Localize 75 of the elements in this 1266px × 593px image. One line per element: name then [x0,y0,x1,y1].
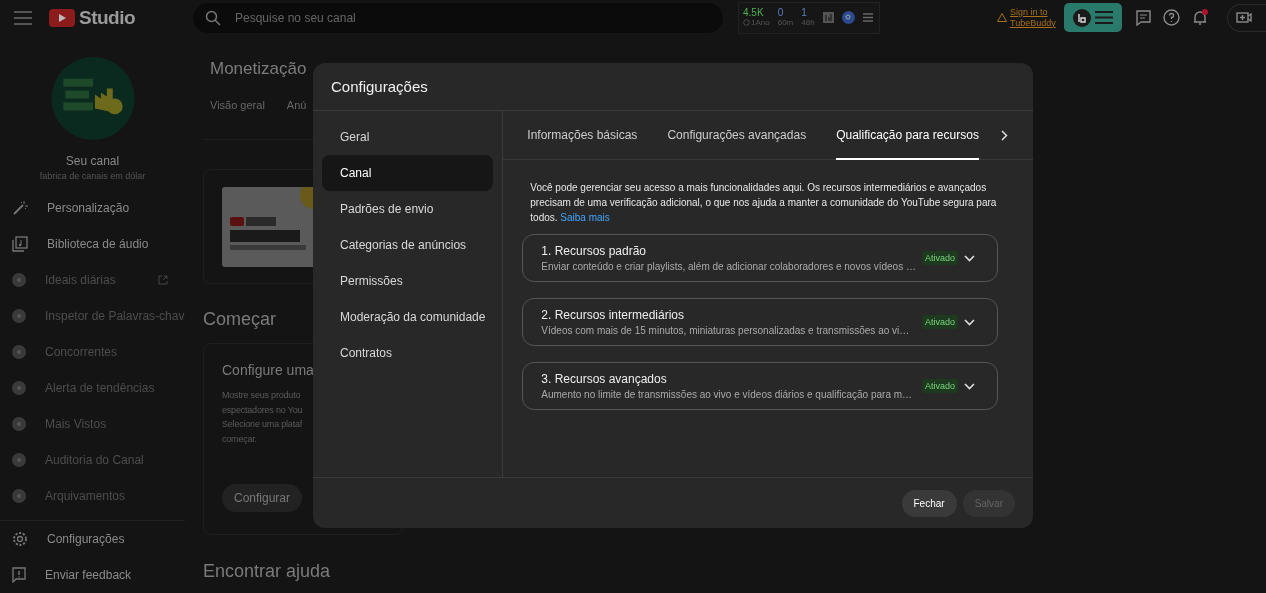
chart-icon[interactable] [822,12,834,23]
settings-nav-item[interactable]: Contratos [322,335,494,371]
sidebar-item[interactable]: Enviar feedback [0,557,185,593]
video-plus-icon [1236,11,1252,24]
settings-nav-item[interactable]: Padrões de envio [322,191,494,227]
help-icon[interactable] [1163,9,1180,26]
feature-description: Enviar conteúdo e criar playlists, além de adicionar colaboradores e novos vídeos … [541,261,916,272]
stat-value: 0 [777,7,785,18]
chevron-right-icon[interactable] [1000,129,1008,141]
play-logo-icon [49,8,75,27]
music-library-icon [12,236,28,252]
settings-tab[interactable]: Informações básicas [527,111,638,160]
warning-icon [997,13,1007,22]
learn-more-link[interactable]: Saiba mais [560,212,610,223]
settings-nav-item[interactable]: Moderação da comunidade [322,299,494,335]
sidebar-item[interactable]: Configurações [0,521,185,557]
section-title: Encontrar ajuda [203,561,331,582]
extension-badge-icon [12,381,26,395]
page-tab[interactable]: Anú [286,99,307,139]
page-title: Monetização [209,58,308,79]
logo-text: Studio [79,6,136,29]
settings-nav-item[interactable]: Categorias de anúncios [322,227,494,263]
feature-description: Aumento no limite de transmissões ao vivo e vídeos diários e qualificação para m… [541,389,914,400]
feature-title: 2. Recursos intermediários [541,308,686,322]
card-text: Mostre seus produto espectadores no You Selecione uma plataf começar. [222,389,303,446]
extension-badge-icon [12,345,26,359]
chevron-down-icon[interactable] [964,254,975,262]
settings-tab[interactable]: Configurações avançadas [667,111,807,160]
search-icon [205,9,221,26]
menu-icon[interactable] [862,13,873,22]
channel-name: Seu canal [65,154,120,168]
feedback-icon [12,567,26,583]
section-title: Começar [203,309,277,330]
status-tag: Ativado [921,251,958,265]
bell-icon[interactable] [1192,9,1209,26]
status-tag: Ativado [921,315,958,329]
settings-icon [12,531,28,547]
sidebar-item[interactable]: Biblioteca de áudio [0,226,185,262]
sign-in-link[interactable]: Sign in to TubeBuddy [1010,6,1054,29]
magic-wand-icon [12,200,28,216]
dialog-title: Configurações [331,78,428,95]
feature-description: Vídeos com mais de 15 minutos, miniaturas personalizadas e transmissões ao vi… [541,325,911,336]
configure-button[interactable]: Configurar [222,484,303,512]
extension-badge-icon [12,273,26,287]
status-tag: Ativado [921,379,958,393]
clock-icon [743,19,750,26]
menu-icon[interactable] [14,10,32,25]
search-field[interactable]: Pesquise no seu canal [193,2,723,33]
extension-badge-icon [12,309,26,323]
settings-nav-item[interactable]: Geral [322,119,494,155]
tubebuddy-button[interactable] [1064,3,1122,32]
settings-nav-item[interactable]: Canal [322,155,494,191]
settings-tab[interactable]: Qualificação para recursos [836,111,979,160]
card-title: Configure uma [222,362,314,378]
chevron-down-icon[interactable] [964,382,975,390]
extension-badge-icon [12,489,26,503]
chevron-down-icon[interactable] [964,318,975,326]
feature-panel[interactable]: 1. Recursos padrão Enviar conteúdo e criar playlists, além de adicionar colaboradores e novos vídeos … Ativado [522,234,998,282]
intro-text: Você pode gerenciar seu acesso a mais funcionalidades aqui. Os recursos intermediários e avançados precisam de uma verificação adicional, o que nos ajuda a manter a comunidade do YouTube segura para todos. Saiba mais [530,181,998,225]
sidebar-item[interactable]: Personalização [0,190,185,226]
stat-value: 1 [801,7,808,18]
feedback-icon[interactable] [1136,9,1151,26]
search-badge-icon[interactable] [841,11,855,24]
page-tab[interactable]: Visão geral [210,99,265,139]
feature-title: 1. Recursos padrão [541,244,648,258]
dialog-button[interactable]: Fechar [901,489,957,517]
extension-badge-icon [12,417,26,431]
tubebuddy-logo-icon [1073,8,1091,27]
menu-icon [1095,11,1113,24]
settings-nav-item[interactable]: Permissões [322,263,494,299]
feature-panel[interactable]: 2. Recursos intermediários Vídeos com mais de 15 minutos, miniaturas personalizadas e transmissões ao vi… Ativado [522,298,998,346]
feature-panel[interactable]: 3. Recursos avançados Aumento no limite de transmissões ao vivo e vídeos diários e qualificação para m… Ativado [522,362,998,410]
feature-title: 3. Recursos avançados [541,372,668,386]
stat-value: 4.5K [743,7,765,18]
extension-badge-icon [12,453,26,467]
